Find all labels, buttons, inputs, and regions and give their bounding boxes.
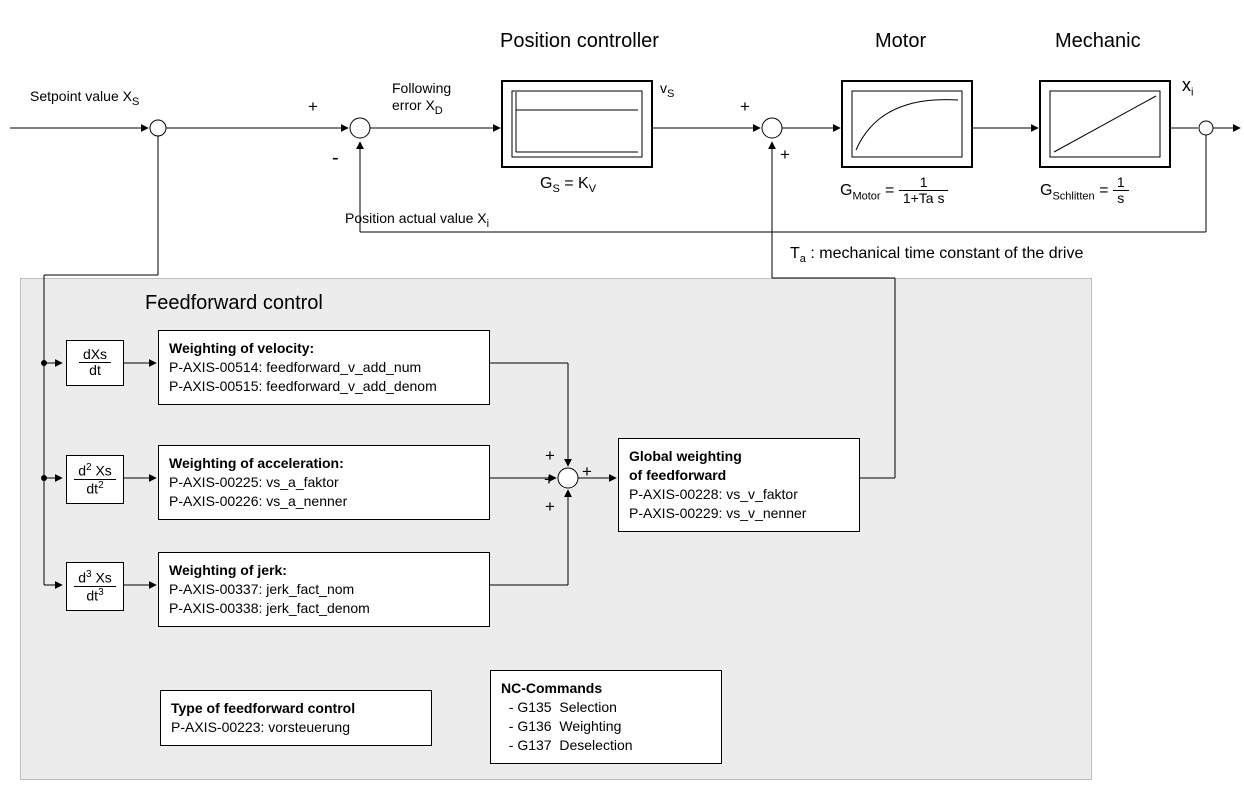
plus-sum2b: + — [780, 145, 790, 165]
title-mechanic: Mechanic — [1055, 30, 1141, 53]
plus-sum1: + — [308, 97, 318, 117]
weight-jerk-box: Weighting of jerk: P-AXIS-00337: jerk_fa… — [158, 552, 490, 627]
gs-eq: GS = KV — [540, 175, 596, 195]
vs-label: vS — [660, 80, 674, 100]
nc-commands-box: NC-Commands - G135 Selection - G136 Weig… — [490, 670, 722, 764]
weight-velocity-box: Weighting of velocity: P-AXIS-00514: fee… — [158, 330, 490, 405]
ff-title: Feedforward control — [145, 292, 323, 315]
plus-sum2a: + — [740, 97, 750, 117]
following-error-label: Following error XD — [392, 80, 451, 118]
deriv-acceleration: d2 Xs dt2 — [66, 455, 124, 504]
global-weighting-box: Global weighting of feedforward P-AXIS-0… — [618, 438, 860, 532]
xi-label: xi — [1182, 75, 1193, 99]
type-feedforward-box: Type of feedforward control P-AXIS-00223… — [160, 690, 432, 746]
title-motor: Motor — [875, 30, 926, 53]
weight-acceleration-box: Weighting of acceleration: P-AXIS-00225:… — [158, 445, 490, 520]
g-motor-eq: GMotor = 11+Ta s — [840, 175, 948, 207]
deriv-velocity: dXsdt — [66, 340, 124, 386]
g-schlitten-eq: GSchlitten = 1s — [1040, 175, 1129, 207]
ff-plus-right: + — [582, 462, 592, 482]
ta-note: Ta : mechanical time constant of the dri… — [790, 245, 1083, 265]
ff-plus-left: + — [544, 470, 554, 490]
minus-sum1: - — [332, 147, 339, 170]
ff-plus-bot: + — [545, 497, 555, 517]
ff-plus-top: + — [545, 446, 555, 466]
title-position-controller: Position controller — [500, 30, 659, 53]
deriv-jerk: d3 Xs dt3 — [66, 562, 124, 611]
pos-actual-label: Position actual value Xi — [345, 210, 489, 230]
setpoint-label: Setpoint value XS — [30, 88, 139, 108]
